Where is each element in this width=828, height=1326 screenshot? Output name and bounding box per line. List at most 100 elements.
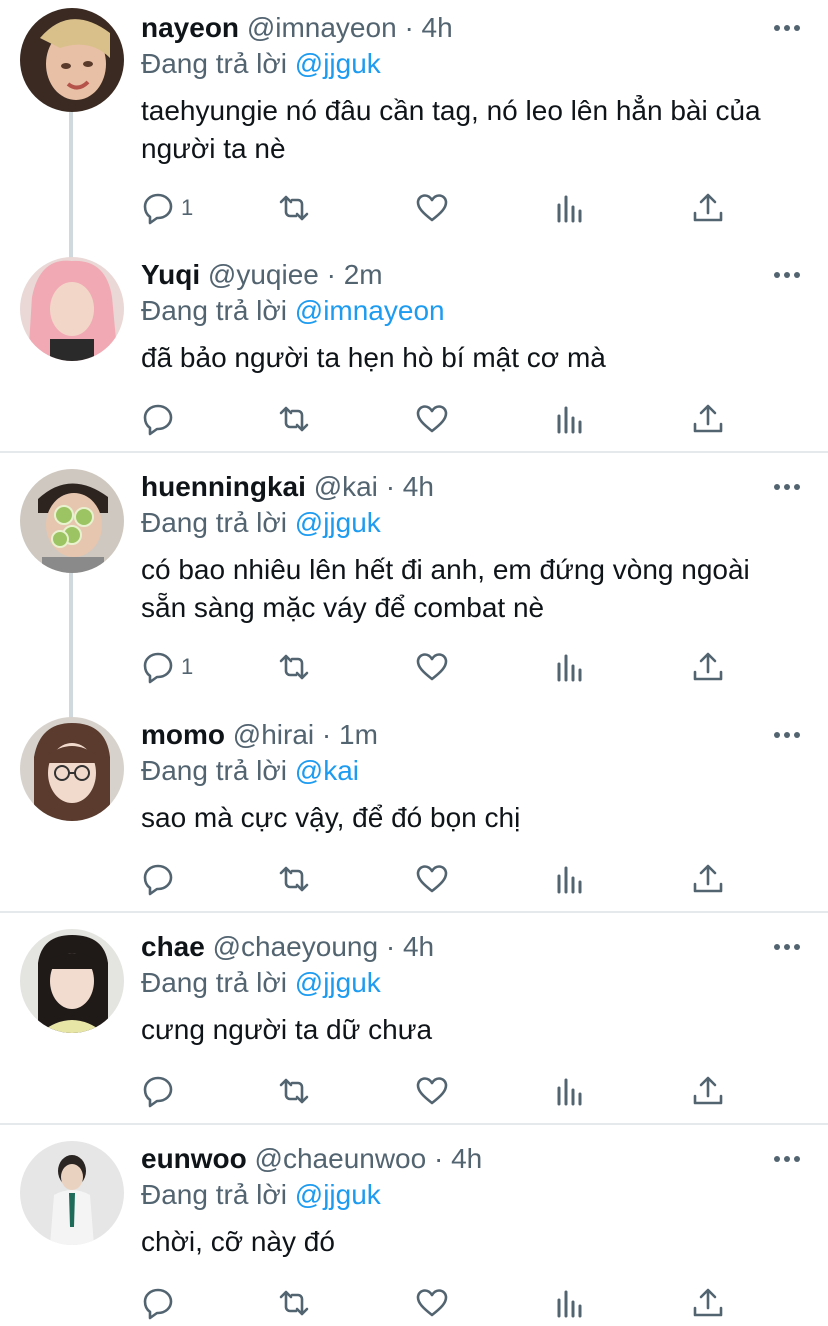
reply-button[interactable]: 1 [141, 647, 193, 687]
reply-icon [143, 652, 173, 684]
share-button[interactable] [691, 399, 725, 439]
action-bar [141, 1283, 741, 1323]
retweet-button[interactable] [277, 1071, 311, 1111]
separator-dot: · [404, 12, 414, 43]
timestamp[interactable]: 2m [344, 259, 383, 290]
avatar[interactable] [20, 717, 124, 821]
mention-link[interactable]: @jjguk [295, 507, 381, 538]
author-name[interactable]: momo [141, 719, 225, 750]
share-button[interactable] [691, 1283, 725, 1323]
mention-link[interactable]: @jjguk [295, 48, 381, 79]
retweet-button[interactable] [277, 1283, 311, 1323]
reply-button[interactable] [141, 859, 181, 899]
author-name[interactable]: nayeon [141, 12, 239, 43]
author-handle[interactable]: @chaeyoung [213, 931, 378, 962]
more-icon[interactable] [772, 723, 802, 747]
author-line: Yuqi @yuqiee · 2m [141, 255, 383, 295]
views-button[interactable] [553, 859, 587, 899]
timestamp[interactable]: 4h [403, 931, 434, 962]
separator-dot: · [385, 471, 396, 502]
heart-icon [416, 1289, 448, 1317]
author-handle[interactable]: @hirai [233, 719, 314, 750]
mention-link[interactable]: @jjguk [295, 1179, 381, 1210]
retweet-button[interactable] [277, 188, 311, 228]
like-button[interactable] [415, 1071, 449, 1111]
mention-link[interactable]: @kai [295, 755, 359, 786]
retweet-icon [279, 195, 309, 221]
views-button[interactable] [553, 399, 587, 439]
tweet-text: sao mà cực vậy, để đó bọn chị [141, 802, 521, 833]
share-icon [693, 1288, 723, 1317]
retweet-icon [279, 1290, 309, 1316]
avatar[interactable] [20, 1141, 124, 1245]
author-handle[interactable]: @imnayeon [247, 12, 397, 43]
author-line: eunwoo @chaeunwoo · 4h [141, 1139, 482, 1179]
replying-to: Đang trả lời @kai [141, 751, 359, 791]
views-button[interactable] [553, 1071, 587, 1111]
replying-to: Đang trả lời @jjguk [141, 503, 381, 543]
more-icon[interactable] [772, 1147, 802, 1171]
like-button[interactable] [415, 1283, 449, 1323]
avatar[interactable] [20, 469, 124, 573]
author-handle[interactable]: @chaeunwoo [255, 1143, 427, 1174]
tweet-text: chời, cỡ này đó [141, 1226, 335, 1257]
more-icon[interactable] [772, 475, 802, 499]
share-button[interactable] [691, 188, 725, 228]
retweet-button[interactable] [277, 647, 311, 687]
separator-dot: · [321, 719, 332, 750]
retweet-icon [279, 866, 309, 892]
author-line: chae @chaeyoung · 4h [141, 927, 434, 967]
timestamp[interactable]: 4h [451, 1143, 482, 1174]
views-button[interactable] [553, 1283, 587, 1323]
thread-line [69, 572, 73, 722]
more-icon[interactable] [772, 263, 802, 287]
more-icon[interactable] [772, 16, 802, 40]
avatar[interactable] [20, 257, 124, 361]
mention-link[interactable]: @jjguk [295, 967, 381, 998]
analytics-icon [557, 1078, 582, 1106]
reply-icon [143, 1288, 173, 1320]
mention-link[interactable]: @imnayeon [295, 295, 445, 326]
author-handle[interactable]: @kai [314, 471, 378, 502]
author-line: momo @hirai · 1m [141, 715, 378, 755]
reply-button[interactable] [141, 1283, 181, 1323]
reply-button[interactable] [141, 399, 181, 439]
divider [0, 451, 828, 453]
heart-icon [416, 1077, 448, 1105]
timestamp[interactable]: 1m [339, 719, 378, 750]
reply-button[interactable] [141, 1071, 181, 1111]
timestamp[interactable]: 4h [403, 471, 434, 502]
views-button[interactable] [553, 647, 587, 687]
author-name[interactable]: eunwoo [141, 1143, 247, 1174]
views-button[interactable] [553, 188, 587, 228]
retweet-button[interactable] [277, 859, 311, 899]
replying-to: Đang trả lời @jjguk [141, 963, 381, 1003]
more-icon[interactable] [772, 935, 802, 959]
share-button[interactable] [691, 859, 725, 899]
replying-to: Đang trả lời @jjguk [141, 44, 381, 84]
action-bar [141, 859, 741, 899]
like-button[interactable] [415, 399, 449, 439]
retweet-button[interactable] [277, 399, 311, 439]
like-button[interactable] [415, 859, 449, 899]
share-button[interactable] [691, 647, 725, 687]
author-name[interactable]: Yuqi [141, 259, 200, 290]
author-name[interactable]: chae [141, 931, 205, 962]
timestamp[interactable]: 4h [422, 12, 453, 43]
like-button[interactable] [415, 188, 449, 228]
avatar[interactable] [20, 8, 124, 112]
author-name[interactable]: huenningkai [141, 471, 306, 502]
replying-to-label: Đang trả lời [141, 295, 287, 326]
like-button[interactable] [415, 647, 449, 687]
tweet-text: taehyungie nó đâu cần tag, nó leo lên hẳ… [141, 95, 761, 164]
retweet-icon [279, 1078, 309, 1104]
tweet-text: đã bảo người ta hẹn hò bí mật cơ mà [141, 342, 606, 373]
separator-dot: · [433, 1143, 444, 1174]
author-line: nayeon @imnayeon · 4h [141, 8, 453, 48]
analytics-icon [557, 195, 582, 223]
author-handle[interactable]: @yuqiee [208, 259, 319, 290]
share-button[interactable] [691, 1071, 725, 1111]
reply-button[interactable]: 1 [141, 188, 193, 228]
avatar[interactable] [20, 929, 124, 1033]
divider [0, 911, 828, 913]
